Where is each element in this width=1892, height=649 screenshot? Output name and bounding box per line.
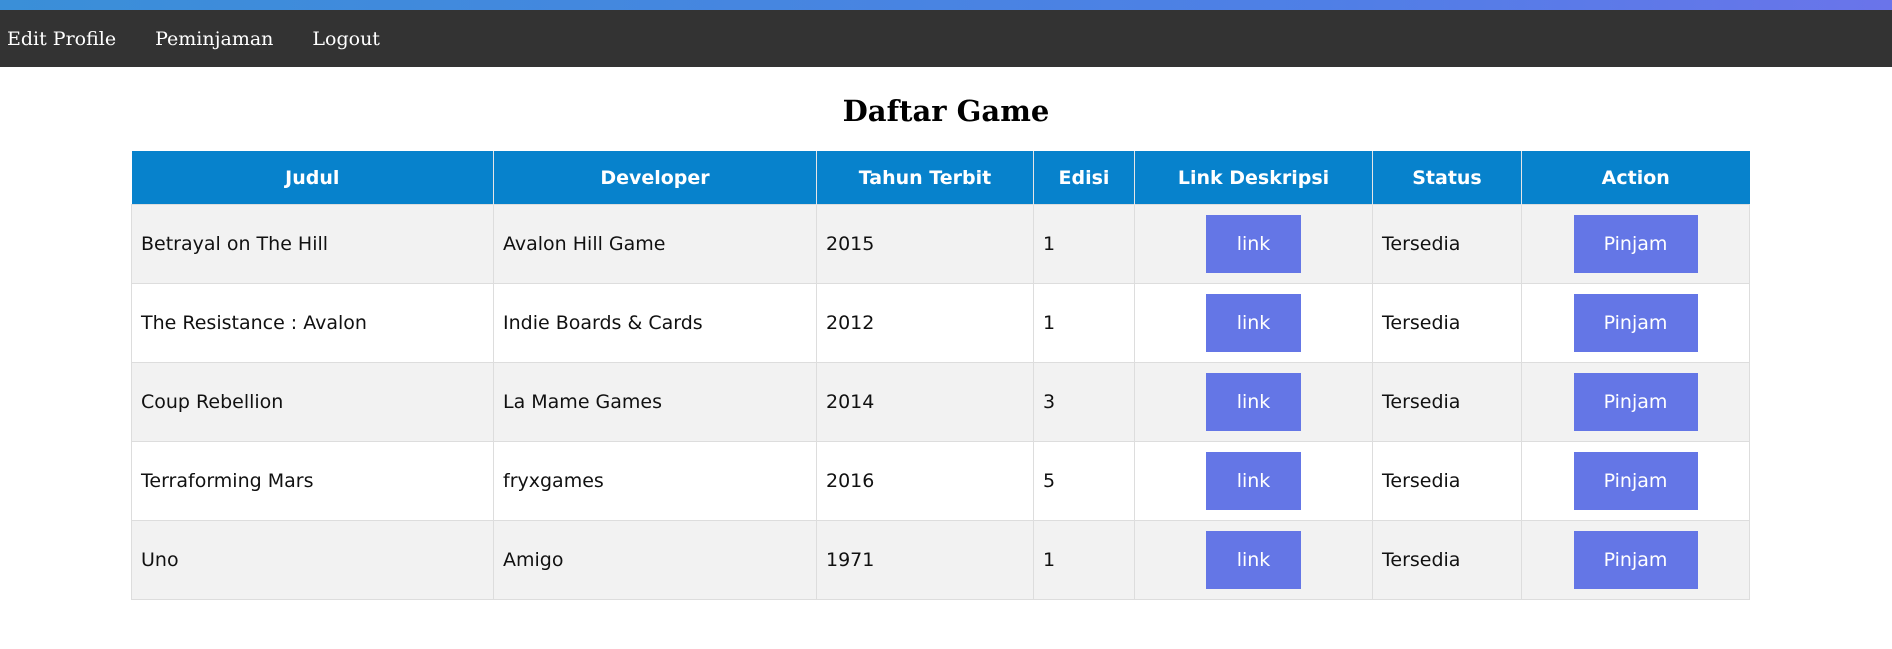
cell-edisi: 5 [1033,441,1135,521]
page-title: Daftar Game [842,94,1050,128]
cell-status: Tersedia [1372,520,1522,600]
cell-link-deskripsi: link [1134,204,1373,284]
nav-peminjaman[interactable]: Peminjaman [155,28,273,50]
cell-edisi: 3 [1033,362,1135,442]
top-accent-strip [0,0,1892,10]
link-deskripsi-button[interactable]: link [1206,452,1301,510]
table-row: The Resistance : Avalon Indie Boards & C… [131,283,1750,363]
table-row: Terraforming Mars fryxgames 2016 5 link … [131,441,1750,521]
cell-tahun-terbit: 2012 [816,283,1034,363]
cell-edisi: 1 [1033,520,1135,600]
pinjam-button[interactable]: Pinjam [1573,294,1698,352]
table-row: Betrayal on The Hill Avalon Hill Game 20… [131,204,1750,284]
cell-action: Pinjam [1521,204,1750,284]
cell-tahun-terbit: 2016 [816,441,1034,521]
link-deskripsi-button[interactable]: link [1206,294,1301,352]
column-header-judul: Judul [131,151,494,205]
cell-edisi: 1 [1033,283,1135,363]
top-navbar: Edit Profile Peminjaman Logout [0,10,1892,67]
cell-developer: Amigo [493,520,817,600]
pinjam-button[interactable]: Pinjam [1573,215,1698,273]
cell-status: Tersedia [1372,362,1522,442]
nav-logout[interactable]: Logout [312,28,380,50]
table-row: Uno Amigo 1971 1 link Tersedia Pinjam [131,520,1750,600]
pinjam-button[interactable]: Pinjam [1573,531,1698,589]
cell-link-deskripsi: link [1134,520,1373,600]
link-deskripsi-button[interactable]: link [1206,531,1301,589]
cell-link-deskripsi: link [1134,441,1373,521]
cell-developer: Indie Boards & Cards [493,283,817,363]
cell-judul: Uno [131,520,494,600]
game-table-container: Judul Developer Tahun Terbit Edisi Link … [131,151,1750,600]
cell-action: Pinjam [1521,283,1750,363]
cell-link-deskripsi: link [1134,362,1373,442]
nav-edit-profile[interactable]: Edit Profile [7,28,116,50]
link-deskripsi-button[interactable]: link [1206,215,1301,273]
cell-judul: Terraforming Mars [131,441,494,521]
cell-judul: The Resistance : Avalon [131,283,494,363]
cell-tahun-terbit: 2014 [816,362,1034,442]
cell-status: Tersedia [1372,441,1522,521]
cell-status: Tersedia [1372,283,1522,363]
cell-developer: La Mame Games [493,362,817,442]
cell-developer: fryxgames [493,441,817,521]
cell-action: Pinjam [1521,441,1750,521]
cell-status: Tersedia [1372,204,1522,284]
cell-action: Pinjam [1521,520,1750,600]
column-header-link-deskripsi: Link Deskripsi [1134,151,1373,205]
column-header-tahun-terbit: Tahun Terbit [816,151,1034,205]
game-table: Judul Developer Tahun Terbit Edisi Link … [131,151,1750,600]
cell-developer: Avalon Hill Game [493,204,817,284]
column-header-developer: Developer [493,151,817,205]
table-header-row: Judul Developer Tahun Terbit Edisi Link … [131,151,1750,205]
cell-tahun-terbit: 2015 [816,204,1034,284]
cell-link-deskripsi: link [1134,283,1373,363]
cell-edisi: 1 [1033,204,1135,284]
column-header-status: Status [1372,151,1522,205]
cell-action: Pinjam [1521,362,1750,442]
table-row: Coup Rebellion La Mame Games 2014 3 link… [131,362,1750,442]
column-header-edisi: Edisi [1033,151,1135,205]
cell-judul: Coup Rebellion [131,362,494,442]
link-deskripsi-button[interactable]: link [1206,373,1301,431]
cell-tahun-terbit: 1971 [816,520,1034,600]
cell-judul: Betrayal on The Hill [131,204,494,284]
pinjam-button[interactable]: Pinjam [1573,452,1698,510]
column-header-action: Action [1521,151,1750,205]
pinjam-button[interactable]: Pinjam [1573,373,1698,431]
